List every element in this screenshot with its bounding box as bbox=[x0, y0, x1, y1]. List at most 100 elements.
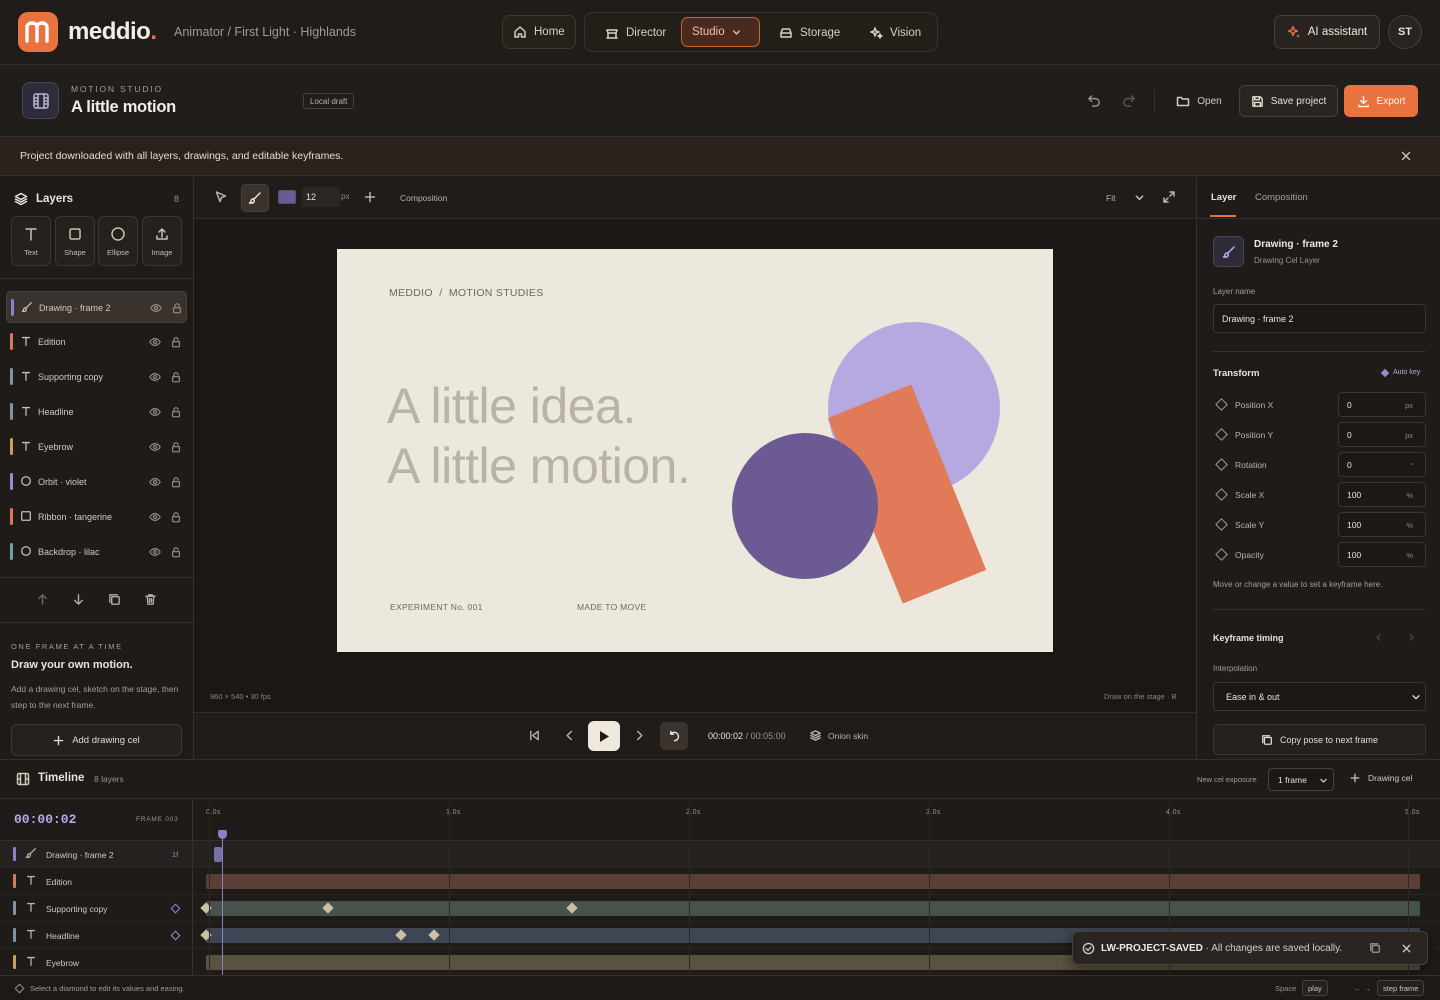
lock-toggle[interactable] bbox=[170, 336, 182, 348]
visibility-toggle[interactable] bbox=[149, 441, 161, 453]
visibility-toggle[interactable] bbox=[149, 546, 161, 558]
canvas-headline-line1[interactable]: A little idea. bbox=[387, 377, 636, 435]
breadcrumb[interactable]: Animator / First Light · Highlands bbox=[174, 25, 356, 39]
banner-close-button[interactable] bbox=[1400, 150, 1412, 162]
timeline-row-label[interactable]: Drawing · frame 2 1f bbox=[0, 841, 193, 868]
lock-toggle[interactable] bbox=[170, 406, 182, 418]
redo-button[interactable] bbox=[1121, 93, 1136, 108]
previous-frame-button[interactable] bbox=[563, 729, 576, 742]
keyframe-diamond-icon[interactable] bbox=[1215, 428, 1228, 441]
cel-exposure-select[interactable]: 1 frame bbox=[1268, 768, 1334, 791]
layer-row[interactable]: Orbit · violet bbox=[6, 466, 187, 498]
open-button[interactable]: Open bbox=[1168, 85, 1230, 117]
visibility-toggle[interactable] bbox=[149, 336, 161, 348]
layer-row[interactable]: Supporting copy bbox=[6, 361, 187, 393]
visibility-toggle[interactable] bbox=[150, 302, 162, 314]
layer-name-input[interactable]: Drawing · frame 2 bbox=[1213, 304, 1426, 333]
save-project-button[interactable]: Save project bbox=[1239, 85, 1338, 117]
timeline-row-label[interactable]: Eyebrow bbox=[0, 949, 193, 976]
keyframe-diamond-icon[interactable] bbox=[1215, 518, 1228, 531]
composition-label[interactable]: Composition bbox=[400, 193, 447, 203]
next-frame-button[interactable] bbox=[633, 729, 646, 742]
go-to-start-button[interactable] bbox=[528, 729, 541, 742]
zoom-fit-select[interactable]: Fit bbox=[1106, 193, 1115, 203]
brush-size-input[interactable]: 12 bbox=[302, 187, 340, 207]
prev-keyframe-button[interactable] bbox=[1374, 633, 1383, 642]
lock-toggle[interactable] bbox=[171, 302, 183, 314]
add-ellipse-tool[interactable]: Ellipse bbox=[98, 216, 138, 266]
stage-area[interactable]: MEDDIO / MOTION STUDIES A little idea. A… bbox=[194, 219, 1196, 712]
canvas-edition-text[interactable]: EXPERIMENT No. 001 bbox=[390, 602, 483, 612]
add-keyframe-button[interactable] bbox=[364, 191, 376, 203]
copy-toast-button[interactable] bbox=[1369, 942, 1381, 954]
lock-toggle[interactable] bbox=[170, 441, 182, 453]
nav-home-button[interactable]: Home bbox=[502, 15, 576, 49]
visibility-toggle[interactable] bbox=[149, 476, 161, 488]
tab-layer[interactable]: Layer bbox=[1211, 192, 1236, 203]
canvas-eyebrow-text[interactable]: MEDDIO / MOTION STUDIES bbox=[389, 287, 544, 299]
logo-text[interactable]: meddio. bbox=[68, 18, 157, 46]
drawing-cel-block[interactable] bbox=[214, 847, 222, 862]
project-title[interactable]: A little motion bbox=[71, 98, 176, 117]
zoom-dropdown-button[interactable] bbox=[1134, 192, 1145, 203]
timeline-row[interactable]: Drawing · frame 2 1f bbox=[0, 841, 1440, 868]
keyframe-diamond-icon[interactable] bbox=[1215, 548, 1228, 561]
duplicate-layer-button[interactable] bbox=[108, 593, 121, 606]
visibility-toggle[interactable] bbox=[149, 406, 161, 418]
ai-assistant-button[interactable]: AI assistant bbox=[1274, 15, 1380, 49]
play-button[interactable] bbox=[588, 721, 620, 751]
time-ruler[interactable]: 0.0s 1.0s 2.0s 3.0s 4.0s 5.0s bbox=[194, 799, 1440, 840]
select-tool-button[interactable] bbox=[214, 190, 228, 204]
keyframe-diamond-icon[interactable] bbox=[1215, 458, 1228, 471]
move-layer-down-button[interactable] bbox=[72, 593, 85, 606]
timeline-row-label[interactable]: Headline bbox=[0, 922, 193, 949]
nav-studio-button[interactable]: Studio bbox=[681, 17, 760, 47]
nav-vision-button[interactable]: Vision bbox=[859, 16, 931, 50]
timeline-row[interactable]: Edition bbox=[0, 868, 1440, 895]
logo-mark[interactable] bbox=[18, 12, 58, 52]
onion-skin-toggle[interactable]: Onion skin bbox=[809, 729, 868, 742]
interpolation-select[interactable]: Ease in & out bbox=[1213, 682, 1426, 711]
layer-row[interactable]: Backdrop · lilac bbox=[6, 536, 187, 568]
auto-key-toggle[interactable]: Auto key bbox=[1380, 368, 1420, 377]
add-keyframe-diamond-icon[interactable] bbox=[170, 930, 181, 941]
nav-director-button[interactable]: Director bbox=[595, 16, 676, 50]
visibility-toggle[interactable] bbox=[149, 371, 161, 383]
brush-tool-button[interactable] bbox=[241, 184, 269, 212]
add-timeline-cel-button[interactable]: Drawing cel bbox=[1350, 773, 1412, 783]
lock-toggle[interactable] bbox=[170, 476, 182, 488]
canvas-headline-line2[interactable]: A little motion. bbox=[387, 437, 691, 495]
layer-row[interactable]: Ribbon · tangerine bbox=[6, 501, 187, 533]
fullscreen-button[interactable] bbox=[1162, 190, 1176, 204]
timeline-row-label[interactable]: Supporting copy bbox=[0, 895, 193, 922]
playhead-handle[interactable] bbox=[218, 830, 227, 839]
nav-storage-button[interactable]: Storage bbox=[769, 16, 850, 50]
layer-row[interactable]: Drawing · frame 2 bbox=[6, 291, 187, 323]
orbit-violet-circle[interactable] bbox=[732, 433, 878, 579]
canvas-supporting-text[interactable]: MADE TO MOVE bbox=[577, 602, 646, 612]
export-button[interactable]: Export bbox=[1344, 85, 1418, 117]
property-input[interactable]: 0 ° bbox=[1338, 452, 1426, 477]
undo-button[interactable] bbox=[1087, 93, 1102, 108]
layer-clip-bar[interactable] bbox=[206, 901, 1420, 916]
property-input[interactable]: 0 px bbox=[1338, 392, 1426, 417]
delete-layer-button[interactable] bbox=[144, 593, 157, 606]
lock-toggle[interactable] bbox=[170, 546, 182, 558]
add-text-tool[interactable]: Text bbox=[11, 216, 51, 266]
lock-toggle[interactable] bbox=[170, 511, 182, 523]
lock-toggle[interactable] bbox=[170, 371, 182, 383]
add-keyframe-diamond-icon[interactable] bbox=[170, 903, 181, 914]
property-input[interactable]: 0 px bbox=[1338, 422, 1426, 447]
keyframe-diamond-icon[interactable] bbox=[1215, 398, 1228, 411]
tab-composition[interactable]: Composition bbox=[1255, 192, 1308, 203]
layer-row[interactable]: Eyebrow bbox=[6, 431, 187, 463]
copy-pose-button[interactable]: Copy pose to next frame bbox=[1213, 724, 1426, 755]
timeline-row-label[interactable]: Edition bbox=[0, 868, 193, 895]
keyframe-diamond-icon[interactable] bbox=[1215, 488, 1228, 501]
visibility-toggle[interactable] bbox=[149, 511, 161, 523]
property-input[interactable]: 100% bbox=[1338, 482, 1426, 507]
loop-button[interactable] bbox=[660, 722, 688, 750]
layer-row[interactable]: Headline bbox=[6, 396, 187, 428]
composition-canvas[interactable]: MEDDIO / MOTION STUDIES A little idea. A… bbox=[337, 249, 1053, 652]
add-shape-tool[interactable]: Shape bbox=[55, 216, 95, 266]
